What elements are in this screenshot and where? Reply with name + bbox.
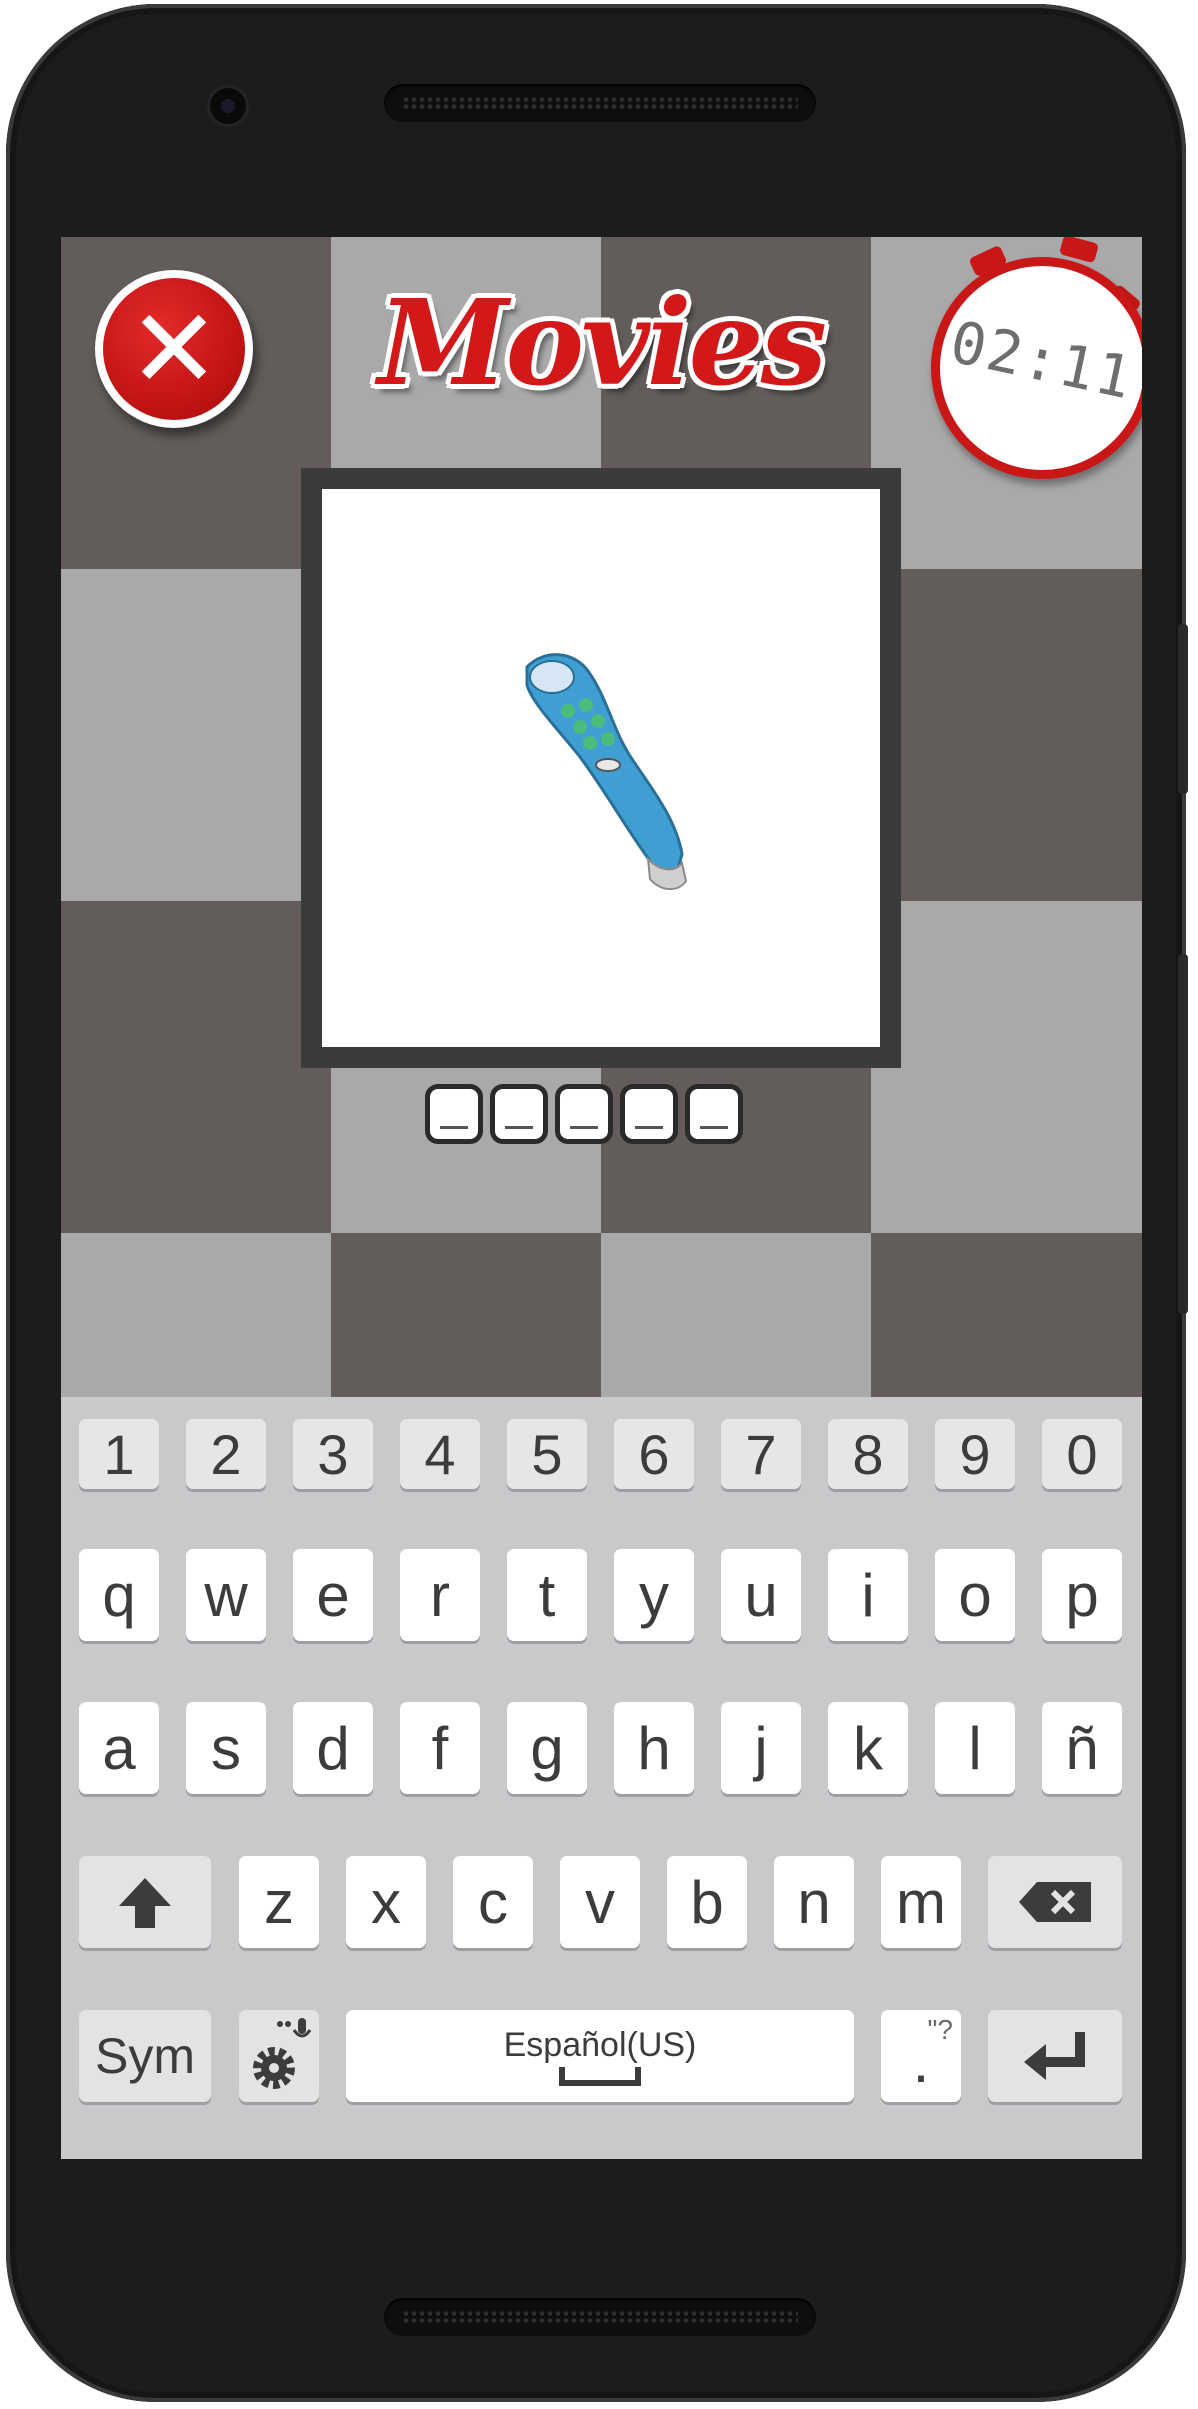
shift-arrow-icon	[119, 1878, 171, 1928]
key-t[interactable]: t	[507, 1549, 587, 1641]
key-r[interactable]: r	[400, 1549, 480, 1641]
key-p[interactable]: p	[1042, 1549, 1122, 1641]
front-camera	[210, 88, 246, 124]
stopwatch-timer: 02:11	[923, 237, 1142, 479]
enter-key[interactable]	[988, 2010, 1122, 2102]
answer-slot[interactable]	[490, 1084, 548, 1144]
backspace-key[interactable]	[988, 1856, 1122, 1948]
gear-mic-icon	[253, 2018, 312, 2089]
settings-key[interactable]	[239, 2010, 319, 2102]
backspace-icon	[1019, 1882, 1091, 1922]
close-button[interactable]: ✕	[95, 270, 253, 428]
key-v[interactable]: v	[560, 1856, 640, 1948]
key-7[interactable]: 7	[721, 1419, 801, 1489]
key-3[interactable]: 3	[293, 1419, 373, 1489]
answer-slot[interactable]	[555, 1084, 613, 1144]
bottom-speaker	[384, 2298, 816, 2336]
key-a[interactable]: a	[79, 1702, 159, 1794]
key-2[interactable]: 2	[186, 1419, 266, 1489]
punctuation-hint: "?	[927, 2014, 953, 2045]
key-m[interactable]: m	[881, 1856, 961, 1948]
spacebar-icon	[559, 2066, 641, 2086]
answer-slot[interactable]	[685, 1084, 743, 1144]
key-k[interactable]: k	[828, 1702, 908, 1794]
key-4[interactable]: 4	[400, 1419, 480, 1489]
key-u[interactable]: u	[721, 1549, 801, 1641]
answer-slot[interactable]	[425, 1084, 483, 1144]
key-w[interactable]: w	[186, 1549, 266, 1641]
close-icon: ✕	[103, 278, 245, 420]
key-b[interactable]: b	[667, 1856, 747, 1948]
key-6[interactable]: 6	[614, 1419, 694, 1489]
stopwatch-icon: 02:11	[931, 257, 1142, 479]
key-e[interactable]: e	[293, 1549, 373, 1641]
space-key[interactable]: Español(US)	[346, 2010, 854, 2102]
key-z[interactable]: z	[239, 1856, 319, 1948]
key-8[interactable]: 8	[828, 1419, 908, 1489]
key-1[interactable]: 1	[79, 1419, 159, 1489]
sym-key[interactable]: Sym	[79, 2010, 211, 2102]
on-screen-keyboard: 1 2 3 4 5 6 7 8 9 0 q w e r t y u i o p …	[61, 1397, 1142, 2159]
clue-picture-frame	[301, 468, 901, 1068]
clue-image	[322, 489, 880, 1047]
power-button	[1178, 954, 1188, 1314]
key-g[interactable]: g	[507, 1702, 587, 1794]
key-f[interactable]: f	[400, 1702, 480, 1794]
key-5[interactable]: 5	[507, 1419, 587, 1489]
timer-value: 02:11	[944, 307, 1140, 413]
key-j[interactable]: j	[721, 1702, 801, 1794]
key-9[interactable]: 9	[935, 1419, 1015, 1489]
key-x[interactable]: x	[346, 1856, 426, 1948]
key-enye[interactable]: ñ	[1042, 1702, 1122, 1794]
shift-key[interactable]	[79, 1856, 211, 1948]
key-o[interactable]: o	[935, 1549, 1015, 1641]
key-0[interactable]: 0	[1042, 1419, 1122, 1489]
earpiece-speaker	[384, 84, 816, 122]
category-title: Movies	[377, 272, 827, 412]
key-d[interactable]: d	[293, 1702, 373, 1794]
key-y[interactable]: y	[614, 1549, 694, 1641]
key-l[interactable]: l	[935, 1702, 1015, 1794]
key-c[interactable]: c	[453, 1856, 533, 1948]
key-s[interactable]: s	[186, 1702, 266, 1794]
punctuation-key[interactable]: "? .	[881, 2010, 961, 2102]
remote-wand-icon	[525, 653, 688, 890]
key-h[interactable]: h	[614, 1702, 694, 1794]
key-i[interactable]: i	[828, 1549, 908, 1641]
phone-frame: ✕ Movies 02:11 1 2 3 4 5 6 7 8 9 0 q w e…	[6, 4, 1188, 2402]
key-q[interactable]: q	[79, 1549, 159, 1641]
enter-icon	[1024, 2032, 1085, 2080]
key-n[interactable]: n	[774, 1856, 854, 1948]
answer-slot[interactable]	[620, 1084, 678, 1144]
answer-slots	[425, 1084, 743, 1144]
volume-button	[1178, 624, 1188, 794]
app-screen: ✕ Movies 02:11 1 2 3 4 5 6 7 8 9 0 q w e…	[61, 237, 1142, 2159]
language-label: Español(US)	[503, 2025, 697, 2064]
